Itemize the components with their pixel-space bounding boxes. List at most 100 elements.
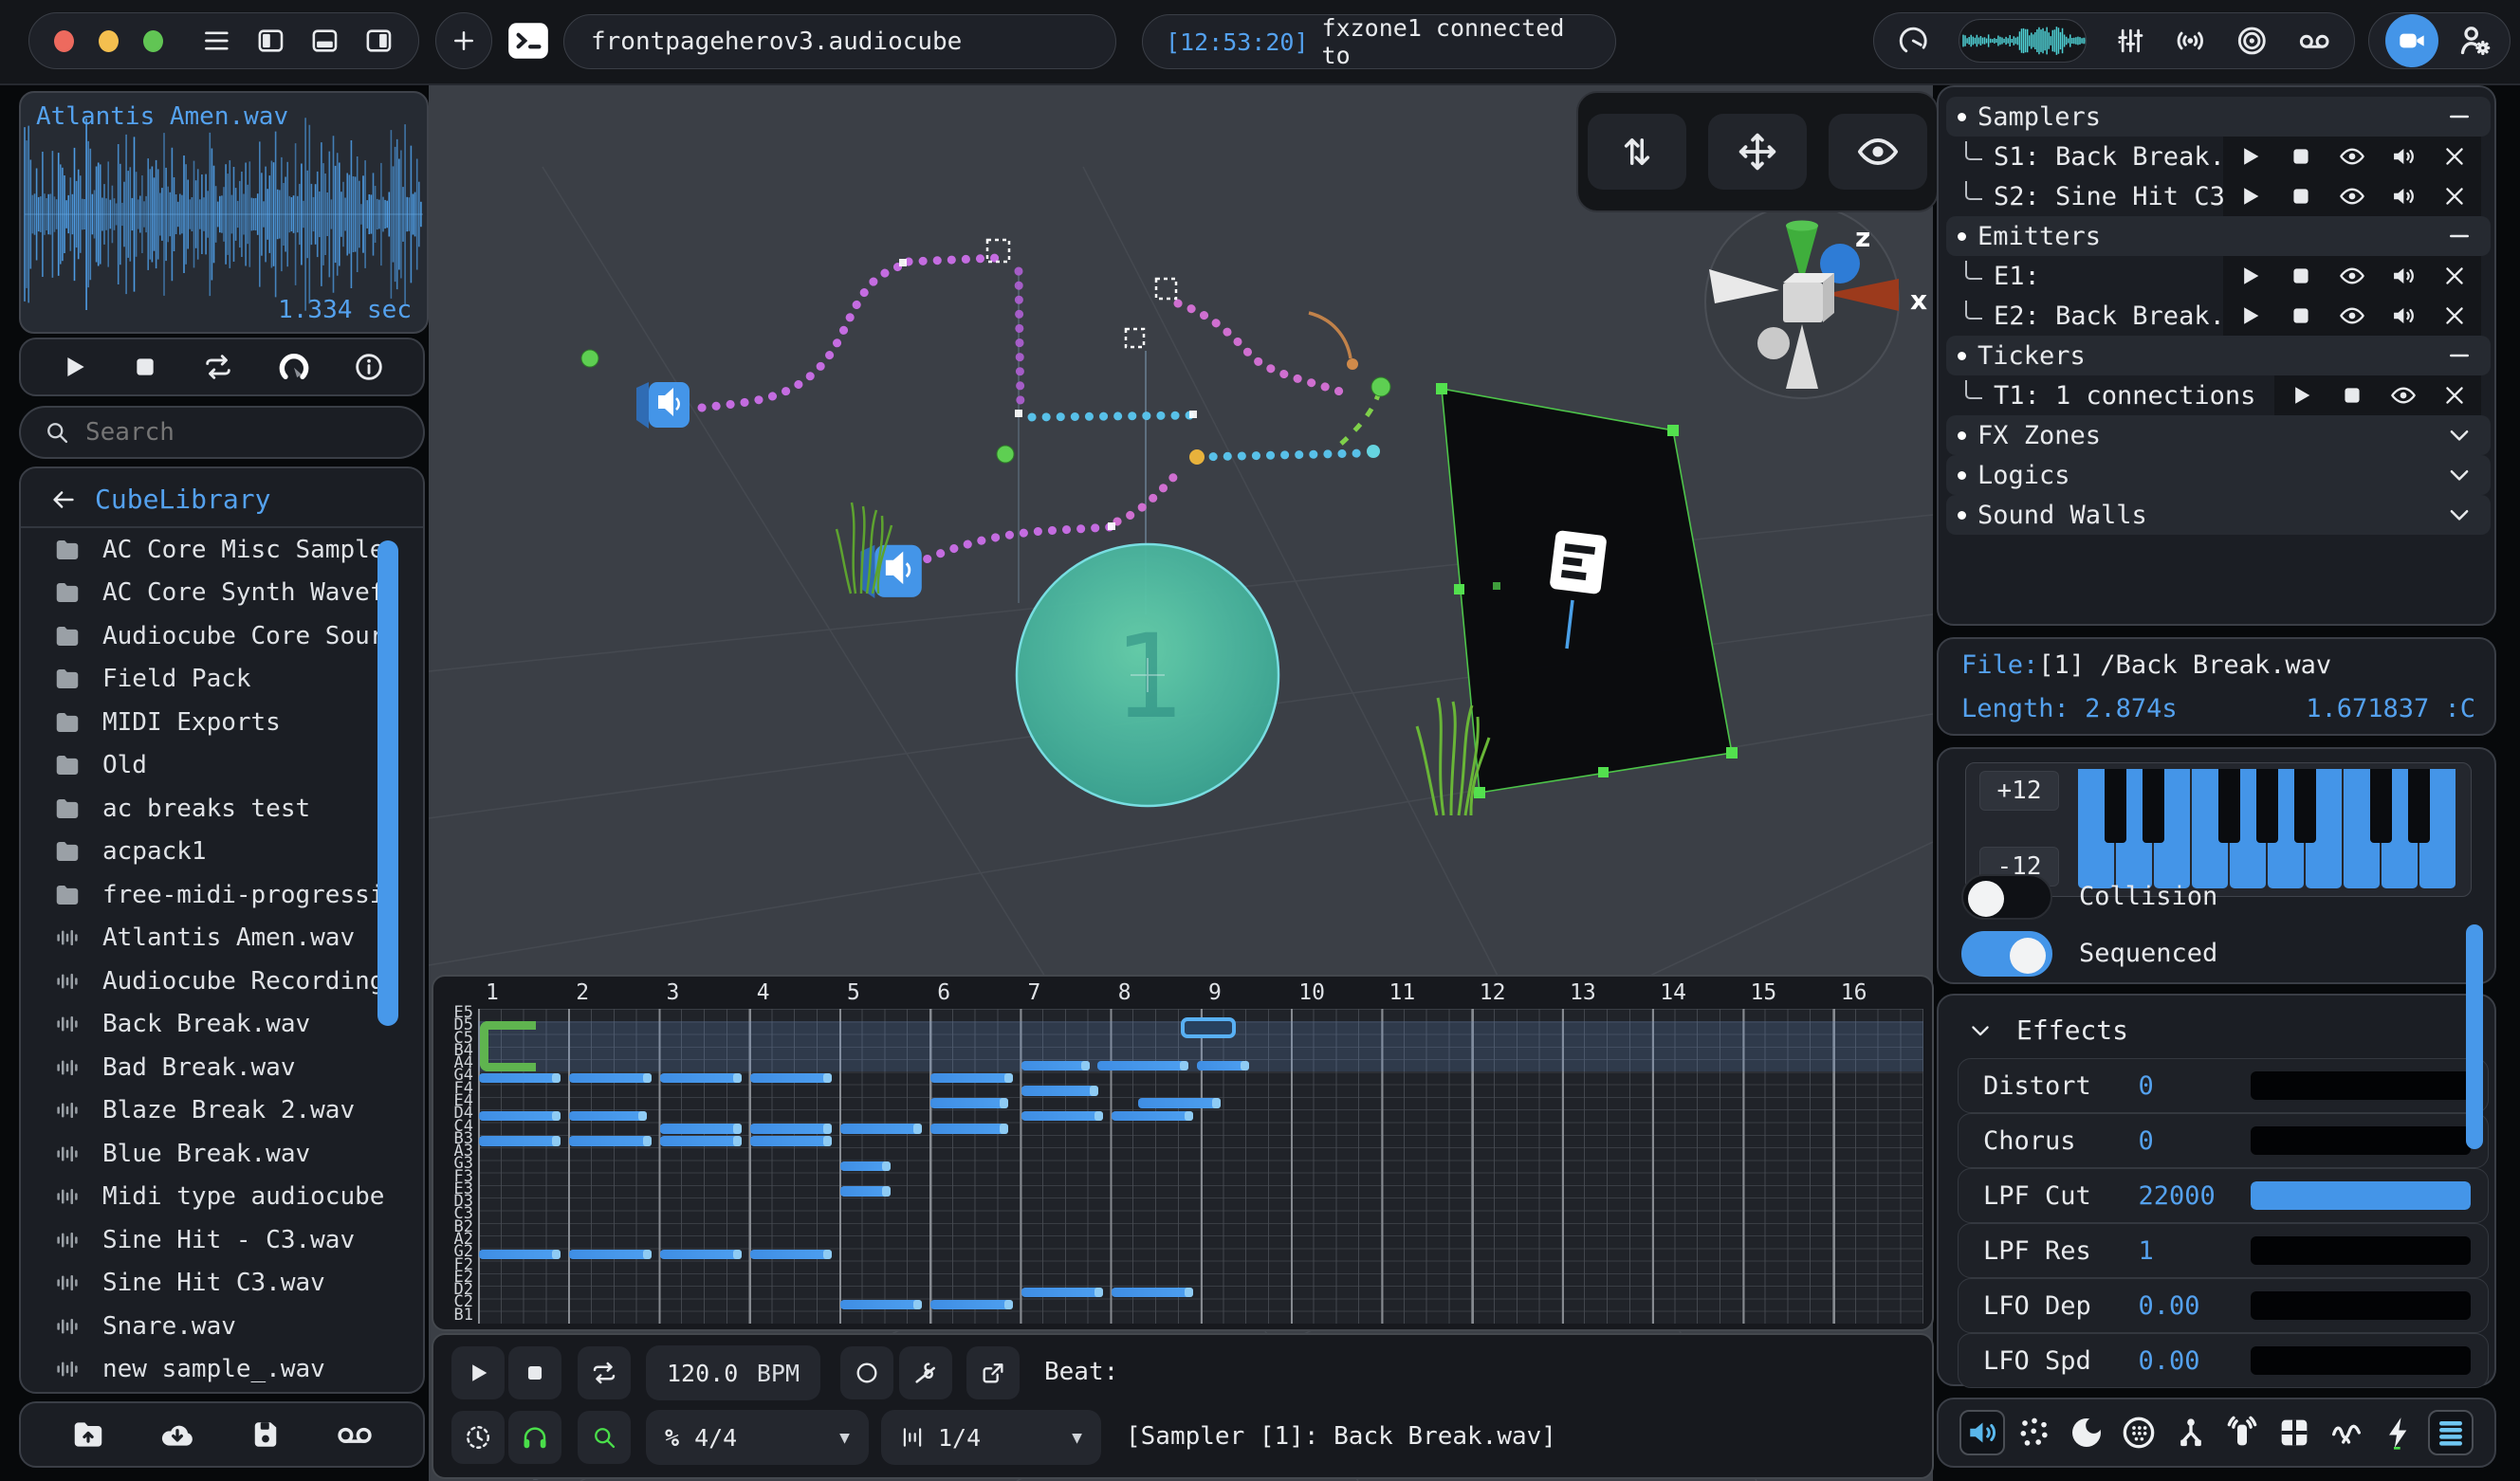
green-node[interactable] [1371, 377, 1390, 396]
midi-note[interactable] [750, 1124, 832, 1134]
library-title[interactable]: CubeLibrary [95, 484, 270, 515]
black-key[interactable] [2408, 769, 2430, 843]
stop-icon[interactable] [2288, 263, 2314, 289]
chevron-down-icon[interactable] [2445, 461, 2474, 489]
grid-division-select[interactable]: 1/4 ▼ [881, 1410, 1101, 1465]
panel-left-icon[interactable] [256, 25, 285, 57]
cyan-node[interactable] [1367, 445, 1380, 458]
stop-icon[interactable] [2288, 302, 2314, 329]
transpose-up-button[interactable]: +12 [1979, 771, 2059, 811]
midi-note[interactable] [930, 1098, 1008, 1108]
volume-knob-icon[interactable] [276, 349, 312, 385]
midi-note[interactable] [660, 1136, 742, 1146]
library-item[interactable]: ac breaks test [21, 787, 423, 831]
eye-icon[interactable] [2339, 302, 2365, 329]
chevron-down-icon[interactable] [2445, 421, 2474, 449]
library-scrollbar[interactable] [377, 540, 398, 1026]
splice-button[interactable] [899, 1346, 952, 1399]
voicemail-icon[interactable] [2297, 22, 2331, 60]
midi-note[interactable] [660, 1250, 742, 1260]
panel-right-icon[interactable] [364, 25, 394, 57]
midi-note[interactable] [1021, 1086, 1099, 1096]
midi-note[interactable] [479, 1136, 561, 1146]
effects-header[interactable]: Effects [1967, 1015, 2128, 1046]
sound-wall[interactable] [1436, 383, 1738, 798]
library-item[interactable]: Atlantis Amen.wav [21, 917, 423, 960]
midi-note[interactable] [1112, 1288, 1193, 1298]
play-icon[interactable] [2236, 263, 2263, 289]
sort-tool-button[interactable] [1588, 114, 1686, 190]
midi-note[interactable] [660, 1073, 742, 1084]
library-item[interactable]: Audiocube Recording [21, 960, 423, 1003]
terminal-icon[interactable] [505, 17, 552, 64]
midi-note[interactable] [479, 1111, 561, 1122]
sequenced-toggle[interactable] [1961, 931, 2052, 977]
beat-ruler[interactable]: 12345678910111213141516 [478, 977, 1923, 1009]
record-button[interactable] [840, 1346, 893, 1399]
midi-note[interactable] [750, 1136, 832, 1146]
effect-slider[interactable] [2251, 1071, 2471, 1100]
menu-icon[interactable] [201, 24, 232, 58]
collision-toggle[interactable] [1961, 874, 2052, 920]
speaker-icon[interactable] [2390, 183, 2417, 210]
eye-icon[interactable] [2339, 183, 2365, 210]
play-icon[interactable] [2236, 143, 2263, 170]
close-icon[interactable] [2441, 183, 2468, 210]
collapse-icon[interactable] [2445, 341, 2474, 370]
midi-note[interactable] [479, 1073, 561, 1084]
effect-value[interactable]: 0.00 [2138, 1291, 2250, 1321]
bpm-field[interactable]: 120.0 BPM [646, 1345, 820, 1400]
hierarchy-section-sound-walls[interactable]: Sound Walls [1946, 495, 2491, 535]
midi-note[interactable] [569, 1073, 651, 1084]
midi-note[interactable] [750, 1073, 832, 1084]
view-tool-button[interactable] [1829, 114, 1927, 190]
loop-marker[interactable] [480, 1021, 536, 1071]
panel-bottom-icon[interactable] [310, 25, 340, 57]
sample-preview[interactable]: Atlantis Amen.wav 1.334 sec [19, 91, 429, 334]
maximize-window-button[interactable] [143, 30, 163, 52]
move-tool-button[interactable] [1708, 114, 1807, 190]
globe-icon[interactable] [2116, 1410, 2161, 1455]
orange-node[interactable] [1347, 358, 1358, 370]
green-node[interactable] [581, 350, 598, 367]
library-item[interactable]: acpack1 [21, 831, 423, 874]
midi-note[interactable] [569, 1136, 651, 1146]
loop-icon[interactable] [202, 351, 234, 383]
midi-note[interactable] [930, 1300, 1012, 1310]
speaker-icon[interactable] [1959, 1410, 2005, 1455]
close-window-button[interactable] [54, 30, 74, 52]
haptic-icon[interactable] [2219, 1410, 2265, 1455]
stop-icon[interactable] [130, 352, 160, 382]
minimize-window-button[interactable] [99, 30, 119, 52]
loop-button[interactable] [578, 1346, 631, 1399]
effect-slider[interactable] [2251, 1236, 2471, 1265]
midi-note[interactable] [1097, 1061, 1188, 1071]
speaker-icon[interactable] [2390, 143, 2417, 170]
hierarchy-item[interactable]: S2: Sine Hit C3.w [1946, 176, 2491, 216]
play-button[interactable] [451, 1346, 505, 1399]
speaker-object[interactable] [636, 382, 690, 429]
amber-node[interactable] [1189, 449, 1205, 465]
close-icon[interactable] [2441, 382, 2468, 409]
new-tab-button[interactable] [435, 12, 492, 69]
library-item[interactable]: Back Break.wav [21, 1003, 423, 1047]
note-grid[interactable] [478, 1009, 1923, 1324]
gauge-icon[interactable] [1897, 23, 1930, 59]
eye-icon[interactable] [2339, 143, 2365, 170]
particles-icon[interactable] [2012, 1410, 2057, 1455]
effect-value[interactable]: 1 [2138, 1236, 2250, 1266]
effect-slider[interactable] [2251, 1126, 2471, 1155]
effect-value[interactable]: 22000 [2138, 1181, 2250, 1211]
midi-note[interactable] [840, 1124, 922, 1134]
piano-keyboard[interactable] [2078, 769, 2457, 888]
library-item[interactable]: Blue Break.wav [21, 1132, 423, 1176]
play-icon[interactable] [2288, 382, 2314, 409]
tape-icon[interactable] [335, 1415, 375, 1454]
midi-note[interactable] [1021, 1288, 1103, 1298]
library-item[interactable]: Field Pack [21, 658, 423, 702]
midi-note[interactable] [840, 1161, 891, 1172]
library-item[interactable]: AC Core Misc Sample [21, 528, 423, 572]
library-item[interactable]: Blaze Break 2.wav [21, 1089, 423, 1133]
hierarchy-item[interactable]: T1: 1 connections [1946, 375, 2491, 415]
close-icon[interactable] [2441, 143, 2468, 170]
